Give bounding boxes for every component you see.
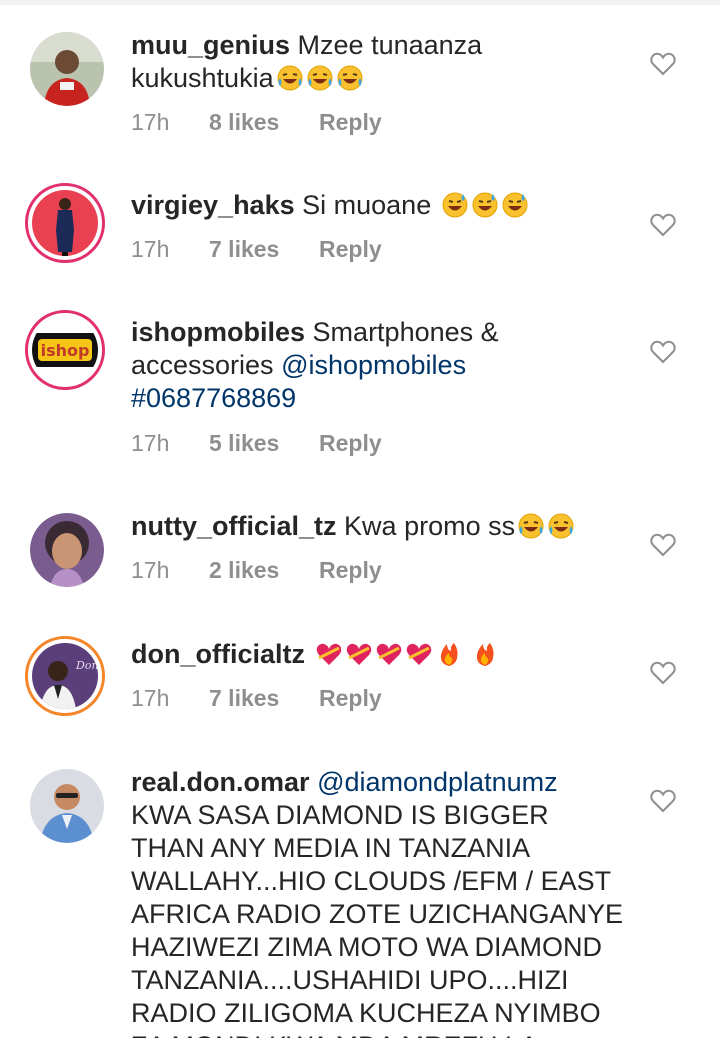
heart-outline-icon[interactable] [650,533,676,557]
mention-link[interactable]: @ishopmobiles [281,350,466,380]
comment-meta: 17h 7 likes Reply [131,685,382,712]
avatar-photo [30,513,104,587]
comment-text: ishopmobiles Smartphones & accessories @… [131,316,631,415]
avatar-photo [30,769,104,843]
reply-button[interactable]: Reply [319,430,382,457]
heart-outline-icon[interactable] [650,789,676,813]
comment-line: HAZIWEZI ZIMA MOTO WA DIAMOND [131,932,602,962]
avatar[interactable] [30,513,104,587]
fire-emoji-icon [471,640,499,668]
comment-username[interactable]: real.don.omar [131,767,310,797]
avatar-photo [30,32,104,106]
comment-likes[interactable]: 5 likes [209,430,319,457]
comment-meta: 17h 7 likes Reply [131,236,382,263]
comment-time: 17h [131,685,170,711]
avatar-photo: ishop [32,317,98,383]
reply-button[interactable]: Reply [319,109,382,136]
comment-line: WALLAHY...HIO CLOUDS /EFM / EAST [131,866,612,896]
comment-time: 17h [131,236,170,262]
comment-text: real.don.omar @diamondplatnumz KWA SASA … [131,766,631,1038]
comment-likes[interactable]: 2 likes [209,557,319,584]
comment-line: RADIO ZILIGOMA KUCHEZA NYIMBO [131,998,601,1028]
avatar-logo-text: ishop [41,341,90,360]
comment-meta: 17h 2 likes Reply [131,557,382,584]
heart-with-ribbon-emoji-icon [375,640,403,668]
heart-outline-icon[interactable] [650,661,676,685]
sweat-smile-emoji-icon [501,191,529,219]
top-divider [0,0,720,5]
comment-text: virgiey_haks Si muoane [131,189,631,222]
heart-outline-icon[interactable] [650,340,676,364]
comment-line: THAN ANY MEDIA IN TANZANIA [131,833,531,863]
comment-body: Si muoane [302,190,432,220]
comment-body: Kwa promo ss [344,511,516,541]
reply-button[interactable]: Reply [319,236,382,263]
comment-text: don_officialtz [131,638,631,671]
laughing-tears-emoji-icon [276,64,304,92]
laughing-tears-emoji-icon [306,64,334,92]
comments-screen: muu_genius Mzee tunaanza kukushtukia 17h… [0,0,720,1038]
reply-button[interactable]: Reply [319,557,382,584]
comment-username[interactable]: virgiey_haks [131,190,295,220]
comment-line: KWA SASA DIAMOND IS BIGGER [131,800,549,830]
laughing-tears-emoji-icon [547,512,575,540]
comment-time: 17h [131,557,170,583]
avatar-photo: Don [32,643,98,709]
avatar[interactable] [30,32,104,106]
comment-likes[interactable]: 7 likes [209,236,319,263]
hashtag-link[interactable]: #0687768869 [131,383,296,413]
comment-meta: 17h 5 likes Reply [131,430,382,457]
avatar[interactable] [30,769,104,843]
comment-username[interactable]: muu_genius [131,30,290,60]
sweat-smile-emoji-icon [471,191,499,219]
comment-username[interactable]: ishopmobiles [131,317,305,347]
comment-username[interactable]: nutty_official_tz [131,511,337,541]
laughing-tears-emoji-icon [336,64,364,92]
comment-likes[interactable]: 7 likes [209,685,319,712]
heart-outline-icon[interactable] [650,52,676,76]
avatar-logo-text: Don [75,659,98,672]
comment-likes[interactable]: 8 likes [209,109,319,136]
avatar[interactable] [25,183,105,263]
sweat-smile-emoji-icon [441,191,469,219]
heart-with-ribbon-emoji-icon [345,640,373,668]
heart-outline-icon[interactable] [650,213,676,237]
comment-time: 17h [131,430,170,456]
comment-time: 17h [131,109,170,135]
fire-emoji-icon [435,640,463,668]
comment-text: nutty_official_tz Kwa promo ss [131,510,631,543]
heart-with-ribbon-emoji-icon [405,640,433,668]
comment-line: ZA MONDI KWA MDA MREFU LA [131,1030,631,1038]
comment-meta: 17h 8 likes Reply [131,109,382,136]
comment-text: muu_genius Mzee tunaanza kukushtukia [131,29,631,95]
avatar[interactable]: ishop [25,310,105,390]
heart-with-ribbon-emoji-icon [315,640,343,668]
avatar-photo [32,190,98,256]
mention-link[interactable]: @diamondplatnumz [317,767,558,797]
comment-line: AFRICA RADIO ZOTE UZICHANGANYE [131,899,624,929]
avatar[interactable]: Don [25,636,105,716]
comment-line: TANZANIA....USHAHIDI UPO....HIZI [131,965,569,995]
comment-username[interactable]: don_officialtz [131,639,305,669]
laughing-tears-emoji-icon [517,512,545,540]
reply-button[interactable]: Reply [319,685,382,712]
